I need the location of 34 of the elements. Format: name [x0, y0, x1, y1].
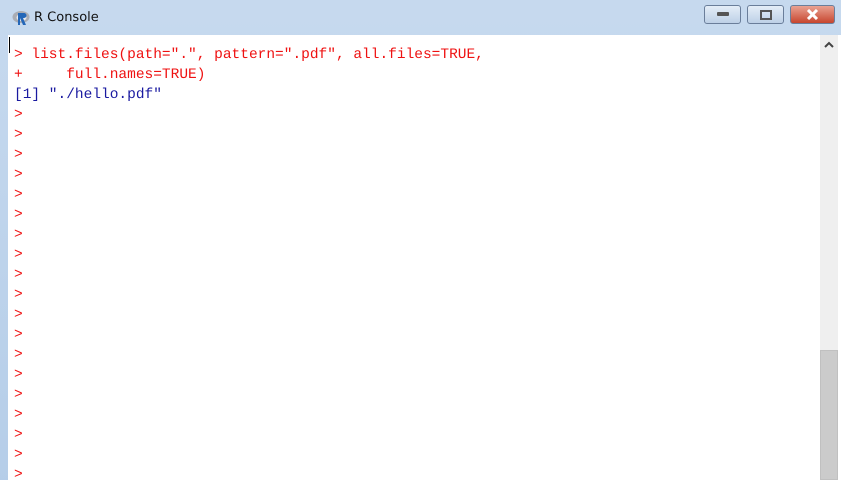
command-line: >	[14, 146, 23, 165]
command-line: >	[14, 286, 23, 305]
command-line: >	[14, 186, 23, 205]
command-line: >	[14, 386, 23, 405]
minimize-icon	[716, 12, 728, 17]
command-line: >	[14, 426, 23, 445]
command-line: >	[14, 226, 23, 245]
output-line: [1] "./hello.pdf"	[14, 86, 162, 105]
command-line: >	[14, 126, 23, 145]
window-title: R Console	[34, 10, 99, 25]
close-icon	[806, 9, 819, 20]
command-line: >	[14, 346, 23, 365]
minimize-button[interactable]	[704, 5, 741, 24]
scrollbar[interactable]	[820, 35, 838, 480]
command-line: >	[14, 366, 23, 385]
maximize-icon	[760, 10, 772, 20]
command-line: >	[14, 206, 23, 225]
command-line: >	[14, 326, 23, 345]
scroll-up-icon[interactable]	[824, 41, 834, 48]
command-line: >	[14, 266, 23, 285]
command-line: >	[14, 246, 23, 265]
command-line: >	[14, 166, 23, 185]
command-line: >	[14, 306, 23, 325]
command-line: + full.names=TRUE)	[14, 66, 206, 85]
text-cursor	[9, 37, 10, 53]
command-line: >	[14, 406, 23, 425]
scroll-thumb[interactable]	[820, 350, 838, 480]
close-button[interactable]	[790, 5, 835, 24]
command-line: >	[14, 466, 23, 480]
command-line: > list.files(path=".", pattern=".pdf", all.files=TRUE,	[14, 46, 484, 65]
r-logo-icon	[12, 10, 30, 26]
maximize-button[interactable]	[747, 5, 784, 24]
command-line: >	[14, 106, 23, 125]
command-line: >	[14, 446, 23, 465]
